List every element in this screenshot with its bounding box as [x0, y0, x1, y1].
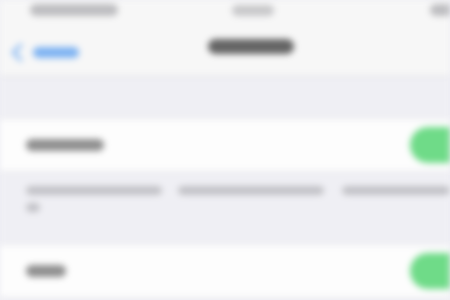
navigation-bar: [0, 24, 450, 77]
chevron-left-icon: [11, 42, 30, 62]
back-button[interactable]: [11, 42, 79, 62]
status-bar: [0, 0, 450, 24]
settings-row-1-toggle[interactable]: [410, 127, 450, 163]
settings-row-1-label: [26, 139, 104, 151]
settings-footer-note: [26, 186, 162, 195]
status-carrier: [30, 4, 118, 16]
status-time: [232, 5, 274, 16]
group-spacer: [0, 77, 450, 117]
settings-footer-note-cont: [178, 186, 324, 195]
settings-row-2-toggle[interactable]: [410, 253, 450, 289]
settings-screen: [0, 0, 450, 300]
settings-row-1: [0, 118, 450, 172]
settings-footer-note-line-2: [26, 203, 40, 212]
settings-row-2: [0, 244, 450, 298]
settings-row-2-label: [26, 265, 66, 277]
page-title: [208, 39, 294, 54]
status-battery: [430, 4, 450, 16]
settings-footer-note-cont-2: [342, 186, 450, 195]
back-button-label: [33, 46, 79, 58]
